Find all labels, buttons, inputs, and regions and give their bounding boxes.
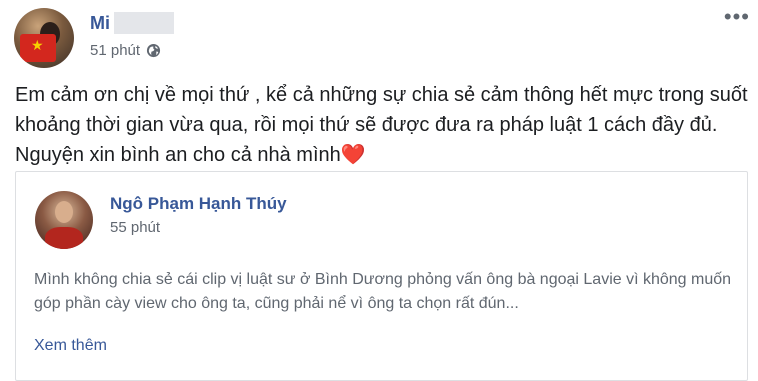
shared-author-avatar[interactable] xyxy=(35,191,93,249)
post-timestamp[interactable]: 51 phút xyxy=(90,42,140,59)
facebook-post: Mi 51 phút ••• Em cảm ơn chị về mọi thứ … xyxy=(0,0,758,381)
shared-post-text: Mình không chia sẻ cái clip vị luật sư ở… xyxy=(34,271,732,312)
shared-author-name[interactable]: Ngô Phạm Hạnh Thúy xyxy=(110,194,287,214)
globe-icon[interactable] xyxy=(146,43,161,58)
avatar-dress xyxy=(45,227,83,249)
avatar-face xyxy=(55,201,73,223)
name-redaction xyxy=(114,12,174,34)
shared-post-card[interactable]: Ngô Phạm Hạnh Thúy 55 phút Mình không ch… xyxy=(15,171,748,381)
avatar-flag xyxy=(20,34,56,62)
more-horizontal-icon[interactable]: ••• xyxy=(724,6,750,28)
post-meta: 51 phút xyxy=(90,42,161,59)
shared-post-timestamp[interactable]: 55 phút xyxy=(110,219,160,236)
see-more-link[interactable]: Xem thêm xyxy=(34,337,107,355)
author-row: Mi xyxy=(90,12,174,34)
author-name[interactable]: Mi xyxy=(90,13,110,34)
heart-emoji: ❤️ xyxy=(340,144,366,166)
post-text: Em cảm ơn chị về mọi thứ , kể cả những s… xyxy=(15,84,748,166)
author-avatar[interactable] xyxy=(14,8,74,68)
post-body: Em cảm ơn chị về mọi thứ , kể cả những s… xyxy=(15,80,750,170)
